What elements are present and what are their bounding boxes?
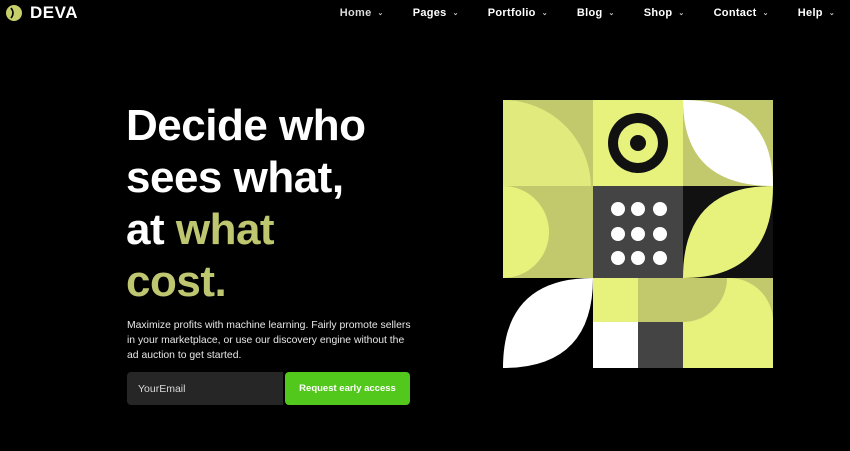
brand-logo[interactable]: DEVA	[6, 3, 78, 23]
hero-heading: Decide who sees what, at what cost.	[126, 100, 466, 308]
hero-line-2: sees what,	[126, 153, 344, 202]
nav-label: Home	[339, 7, 372, 19]
hero-geometric-illustration	[503, 100, 773, 368]
hero-line-3a: at	[126, 205, 176, 254]
chevron-down-icon: ⌄	[678, 10, 685, 17]
chevron-down-icon: ⌄	[762, 10, 769, 17]
chevron-down-icon: ⌄	[828, 10, 835, 17]
nav-label: Blog	[576, 7, 603, 19]
brand-name: DEVA	[30, 3, 78, 22]
main-nav: Home ⌄ Pages ⌄ Portfolio ⌄ Blog ⌄ Shop ⌄ Cont…	[311, 0, 835, 26]
email-input[interactable]	[127, 372, 283, 405]
hero-highlight-what: what	[175, 205, 275, 254]
logo-mark-icon	[6, 5, 22, 21]
nav-item-portfolio[interactable]: Portfolio ⌄	[488, 7, 548, 19]
nav-item-blog[interactable]: Blog ⌄	[577, 7, 615, 19]
hero-description: Maximize profits with machine learning. …	[127, 320, 411, 361]
chevron-down-icon: ⌄	[377, 10, 384, 17]
chevron-down-icon: ⌄	[608, 10, 615, 17]
nav-item-pages[interactable]: Pages ⌄	[413, 7, 459, 19]
nav-item-shop[interactable]: Shop ⌄	[644, 7, 685, 19]
nav-label: Pages	[412, 7, 447, 19]
chevron-down-icon: ⌄	[452, 10, 459, 17]
nav-item-home[interactable]: Home ⌄	[340, 7, 384, 19]
nav-label: Help	[797, 7, 823, 19]
chevron-down-icon: ⌄	[541, 10, 548, 17]
request-access-button[interactable]: Request early access	[285, 372, 410, 405]
hero-highlight-cost: cost.	[126, 257, 227, 306]
nav-label: Portfolio	[487, 7, 536, 19]
nav-label: Shop	[643, 7, 673, 19]
hero-line-1: Decide who	[126, 101, 366, 150]
nav-label: Contact	[713, 7, 757, 19]
nav-item-contact[interactable]: Contact ⌄	[714, 7, 769, 19]
nav-item-help[interactable]: Help ⌄	[798, 7, 835, 19]
